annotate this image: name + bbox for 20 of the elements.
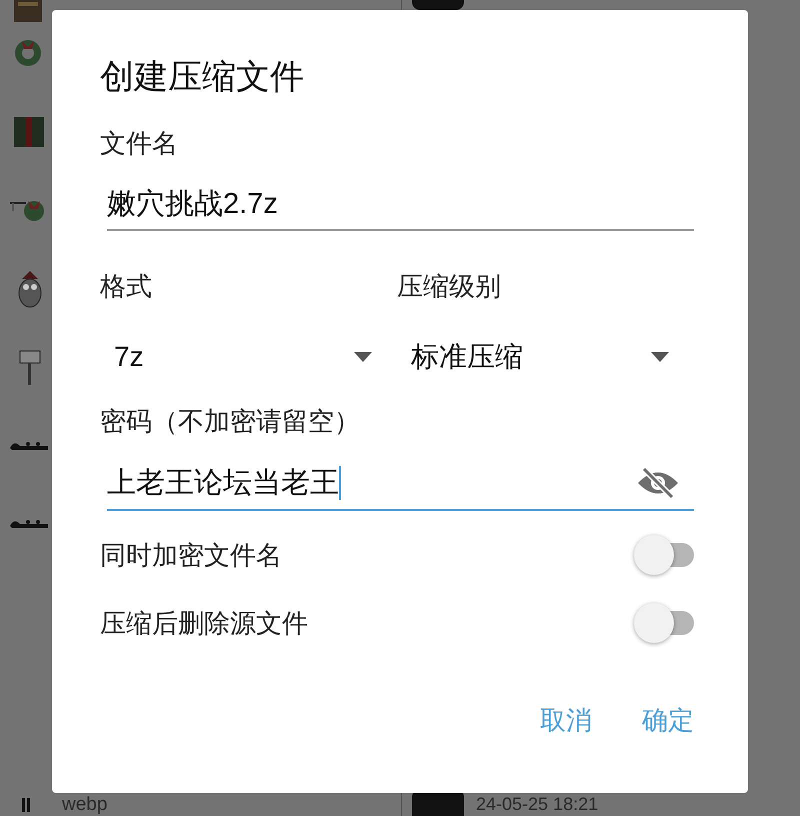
option-label: 压缩后删除源文件 bbox=[100, 606, 308, 640]
field-label: 密码（不加密请留空） bbox=[100, 405, 361, 438]
filename-field[interactable]: 嫩穴挑战2.7z bbox=[107, 179, 694, 231]
field-label: 文件名 bbox=[100, 127, 179, 160]
toggle-switch[interactable] bbox=[634, 535, 694, 575]
dropdown-arrow-icon bbox=[651, 352, 669, 362]
clipart-thumbnail bbox=[8, 199, 46, 223]
dropdown-arrow-icon bbox=[354, 352, 372, 362]
password-field[interactable]: 上老王论坛当老王 bbox=[107, 457, 694, 511]
toggle-switch[interactable] bbox=[634, 603, 694, 643]
dialog-title: 创建压缩文件 bbox=[100, 57, 305, 98]
format-dropdown[interactable]: 7z bbox=[100, 334, 380, 380]
field-label: 格式 bbox=[100, 270, 153, 303]
field-label: 压缩级别 bbox=[397, 270, 502, 303]
eye-slash-icon[interactable] bbox=[636, 468, 680, 498]
level-dropdown[interactable]: 标准压缩 bbox=[397, 334, 677, 380]
option-label: 同时加密文件名 bbox=[100, 538, 282, 572]
file-type-text: webp bbox=[62, 794, 108, 815]
pause-icon bbox=[22, 798, 30, 812]
file-date: 24-05-25 18:21 bbox=[476, 794, 598, 815]
